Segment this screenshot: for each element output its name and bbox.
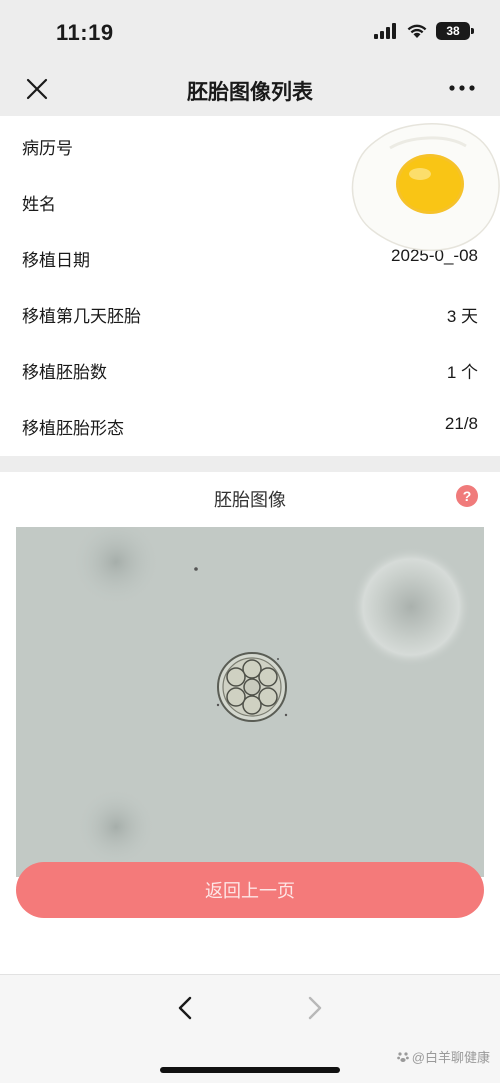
chevron-right-icon[interactable] [300, 993, 330, 1023]
info-label: 移植第几天胚胎 [22, 307, 141, 326]
help-label: ? [462, 488, 472, 504]
section-title: 胚胎图像 [214, 490, 286, 510]
info-row-embryo-morphology: 移植胚胎形态 21/8 [0, 396, 500, 452]
info-label: 病历号 [22, 139, 73, 158]
info-value: 3 天 [446, 307, 478, 326]
info-label: 移植胚胎数 [22, 363, 107, 382]
more-button[interactable] [448, 76, 476, 100]
status-time: 11:19 [56, 20, 114, 45]
info-value: 1 个 [446, 363, 478, 382]
battery-level: 38 [446, 24, 460, 38]
info-row-embryo-count: 移植胚胎数 1 个 [0, 340, 500, 396]
info-label: 姓名 [22, 195, 56, 214]
info-label: 移植日期 [22, 251, 90, 270]
chevron-left-icon[interactable] [170, 993, 200, 1023]
embryo-photo [16, 527, 484, 877]
home-indicator [160, 1067, 340, 1073]
battery-icon: 38 [436, 22, 474, 40]
paw-icon [396, 1051, 409, 1062]
watermark-text: @白羊聊健康 [411, 1050, 490, 1065]
bottom-toolbar: @白羊聊健康 [0, 974, 500, 1083]
back-page-button[interactable]: 返回上一页 [16, 862, 484, 918]
info-value: 21/8 [444, 414, 478, 433]
nav-bar: 胚胎图像列表 [0, 62, 500, 116]
signal-icon [374, 23, 396, 39]
watermark: @白羊聊健康 [396, 1047, 490, 1066]
status-icons: 38 [374, 22, 474, 40]
wifi-icon [407, 24, 427, 38]
fried-egg-sticker [351, 123, 500, 252]
info-row-embryo-day: 移植第几天胚胎 3 天 [0, 284, 500, 340]
help-icon[interactable]: ? [456, 485, 478, 507]
more-icon [449, 85, 475, 91]
page-title: 胚胎图像列表 [187, 81, 313, 104]
status-bar: 11:19 38 [0, 0, 500, 62]
info-label: 移植胚胎形态 [22, 419, 124, 438]
